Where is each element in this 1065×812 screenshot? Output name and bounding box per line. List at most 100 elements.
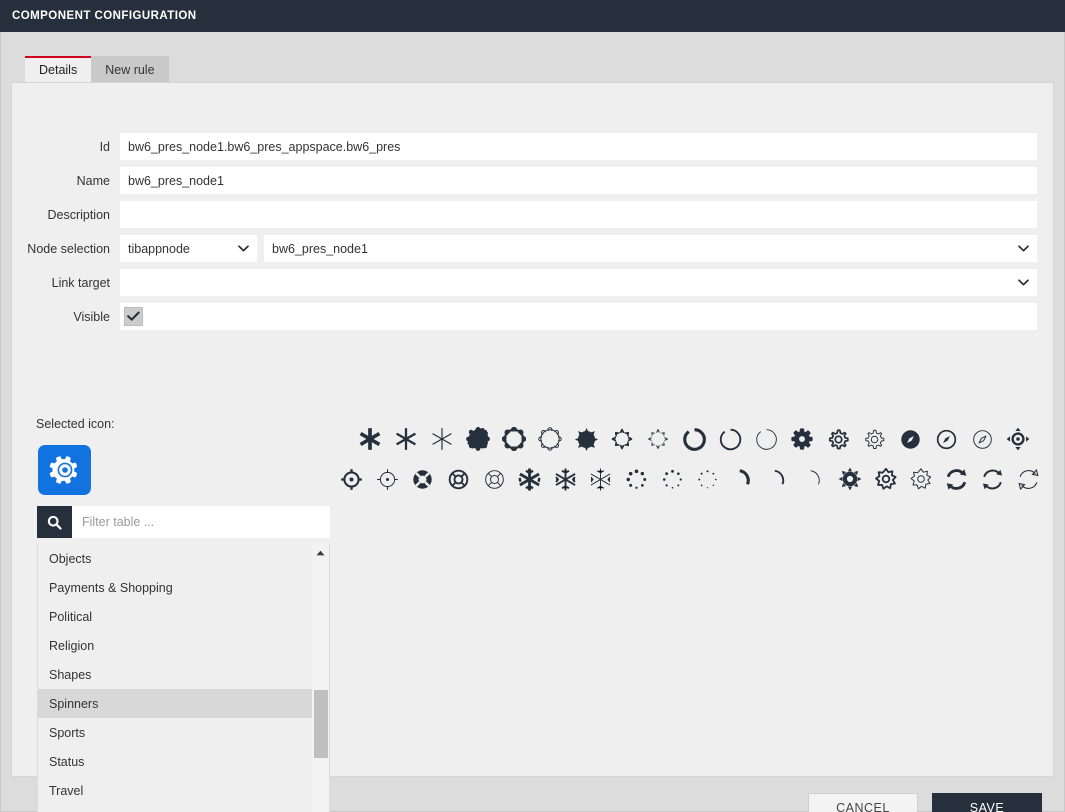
check-icon [127,311,140,321]
icon-lifebuoy-solid-icon[interactable] [405,461,441,497]
icon-arc-medium-icon[interactable] [761,461,797,497]
category-list-scrollbar[interactable] [312,544,329,812]
starburst-solid-icon [574,427,598,451]
icon-cog-thin-icon[interactable] [856,421,892,457]
icon-refresh-thin-icon[interactable] [1010,461,1046,497]
filter-input[interactable] [72,506,330,538]
icon-lifebuoy-thin-icon[interactable] [476,461,512,497]
icon-crosshair-thin-icon[interactable] [370,461,406,497]
cancel-button[interactable]: CANCEL [808,793,918,812]
icon-asterisk-medium-icon[interactable] [388,421,424,457]
scalloped-circle-solid-icon [466,427,490,451]
icon-circle-notch-thin-icon[interactable] [748,421,784,457]
icon-starburst-medium-icon[interactable] [604,421,640,457]
label-description: Description [47,207,110,222]
list-item-shapes[interactable]: Shapes [38,660,313,689]
icon-cog-medium-icon[interactable] [820,421,856,457]
search-icon [47,515,62,530]
icon-refresh-medium-icon[interactable] [975,461,1011,497]
list-item-label: Objects [49,551,92,566]
selected-icon-label: Selected icon: [36,417,115,431]
save-button[interactable]: SAVE [932,793,1042,812]
icon-snowflake-thin-icon[interactable] [583,461,619,497]
chevron-down-icon [238,245,249,252]
label-link-target: Link target [51,275,110,290]
asterisk-solid-icon [359,428,381,450]
gear-icon [49,456,77,484]
icon-crosshair-solid-icon[interactable] [334,461,370,497]
grid-spacer [334,421,352,457]
list-item-spinners[interactable]: Spinners [38,689,313,718]
sun-gear-thin-icon [910,468,932,490]
caret-up-icon [316,550,325,555]
icon-sun-gear-thin-icon[interactable] [904,461,940,497]
scrollbar-thumb[interactable] [314,690,328,758]
icon-dots-circle-bold-icon[interactable] [619,461,655,497]
icon-scalloped-circle-medium-icon[interactable] [496,421,532,457]
icon-starburst-thin-icon[interactable] [640,421,676,457]
cog-thin-icon [864,429,884,449]
icon-lifebuoy-medium-icon[interactable] [441,461,477,497]
icon-asterisk-solid-icon[interactable] [352,421,388,457]
filter-search-button[interactable] [37,506,72,538]
form-row-visible: Visible [12,303,1055,330]
description-field[interactable] [120,201,1037,228]
icon-cog-solid-icon[interactable] [784,421,820,457]
icon-circle-notch-bold-icon[interactable] [676,421,712,457]
tab-details[interactable]: Details [25,56,92,82]
icon-compass-thin-icon[interactable] [964,421,1000,457]
label-node-selection: Node selection [27,241,110,256]
icon-asterisk-thin-icon[interactable] [424,421,460,457]
icon-scalloped-circle-solid-icon[interactable] [460,421,496,457]
icon-dots-circle-medium-icon[interactable] [654,461,690,497]
name-field[interactable]: bw6_pres_node1 [120,167,1037,194]
list-item-objects[interactable]: Objects [38,544,313,573]
selected-icon-preview[interactable] [38,445,91,495]
dots-circle-bold-icon [626,468,647,489]
link-target-select[interactable] [120,269,1037,296]
save-button-label: SAVE [969,801,1005,812]
icon-compass-solid-icon[interactable] [892,421,928,457]
icon-starburst-solid-icon[interactable] [568,421,604,457]
label-visible: Visible [73,309,110,324]
list-item-status[interactable]: Status [38,747,313,776]
icon-sun-gear-medium-icon[interactable] [868,461,904,497]
dialog-body: Details New rule Id bw6_pres_node1.bw6_p… [0,32,1065,812]
cancel-button-label: CANCEL [836,801,890,812]
node-name-select[interactable]: bw6_pres_node1 [264,235,1037,262]
icon-scalloped-circle-thin-icon[interactable] [532,421,568,457]
icon-dots-circle-thin-icon[interactable] [690,461,726,497]
icon-snowflake-solid-icon[interactable] [512,461,548,497]
scalloped-circle-thin-icon [538,427,562,451]
icon-sun-gear-solid-icon[interactable] [832,461,868,497]
snowflake-thin-icon [591,467,611,491]
list-item-political[interactable]: Political [38,602,313,631]
scroll-up-button[interactable] [312,544,329,561]
icon-refresh-bold-icon[interactable] [939,461,975,497]
list-item-payments-shopping[interactable]: Payments & Shopping [38,573,313,602]
lifebuoy-solid-icon [413,469,433,489]
chevron-down-icon [1018,245,1029,252]
icon-crosshair-move-icon[interactable] [1000,421,1036,457]
icon-compass-medium-icon[interactable] [928,421,964,457]
circle-notch-bold-icon [682,427,706,451]
icon-snowflake-medium-icon[interactable] [548,461,584,497]
starburst-medium-icon [611,428,633,450]
id-field[interactable]: bw6_pres_node1.bw6_pres_appspace.bw6_pre… [120,133,1037,160]
dots-circle-thin-icon [698,469,717,488]
icon-grid-row [334,459,1046,499]
visible-checkbox[interactable] [124,307,143,326]
dialog-footer: CANCEL SAVE [11,784,1054,812]
node-type-select-value: tibappnode [128,241,190,256]
icon-arc-thin-icon[interactable] [797,461,833,497]
list-item-sports[interactable]: Sports [38,718,313,747]
icon-circle-notch-medium-icon[interactable] [712,421,748,457]
node-type-select[interactable]: tibappnode [120,235,257,262]
tab-new-rule[interactable]: New rule [91,56,169,82]
cog-solid-icon [791,428,813,450]
refresh-medium-icon [982,469,1003,489]
details-panel: Id bw6_pres_node1.bw6_pres_appspace.bw6_… [11,82,1055,812]
refresh-thin-icon [1017,468,1039,490]
icon-arc-bold-icon[interactable] [726,461,762,497]
list-item-religion[interactable]: Religion [38,631,313,660]
